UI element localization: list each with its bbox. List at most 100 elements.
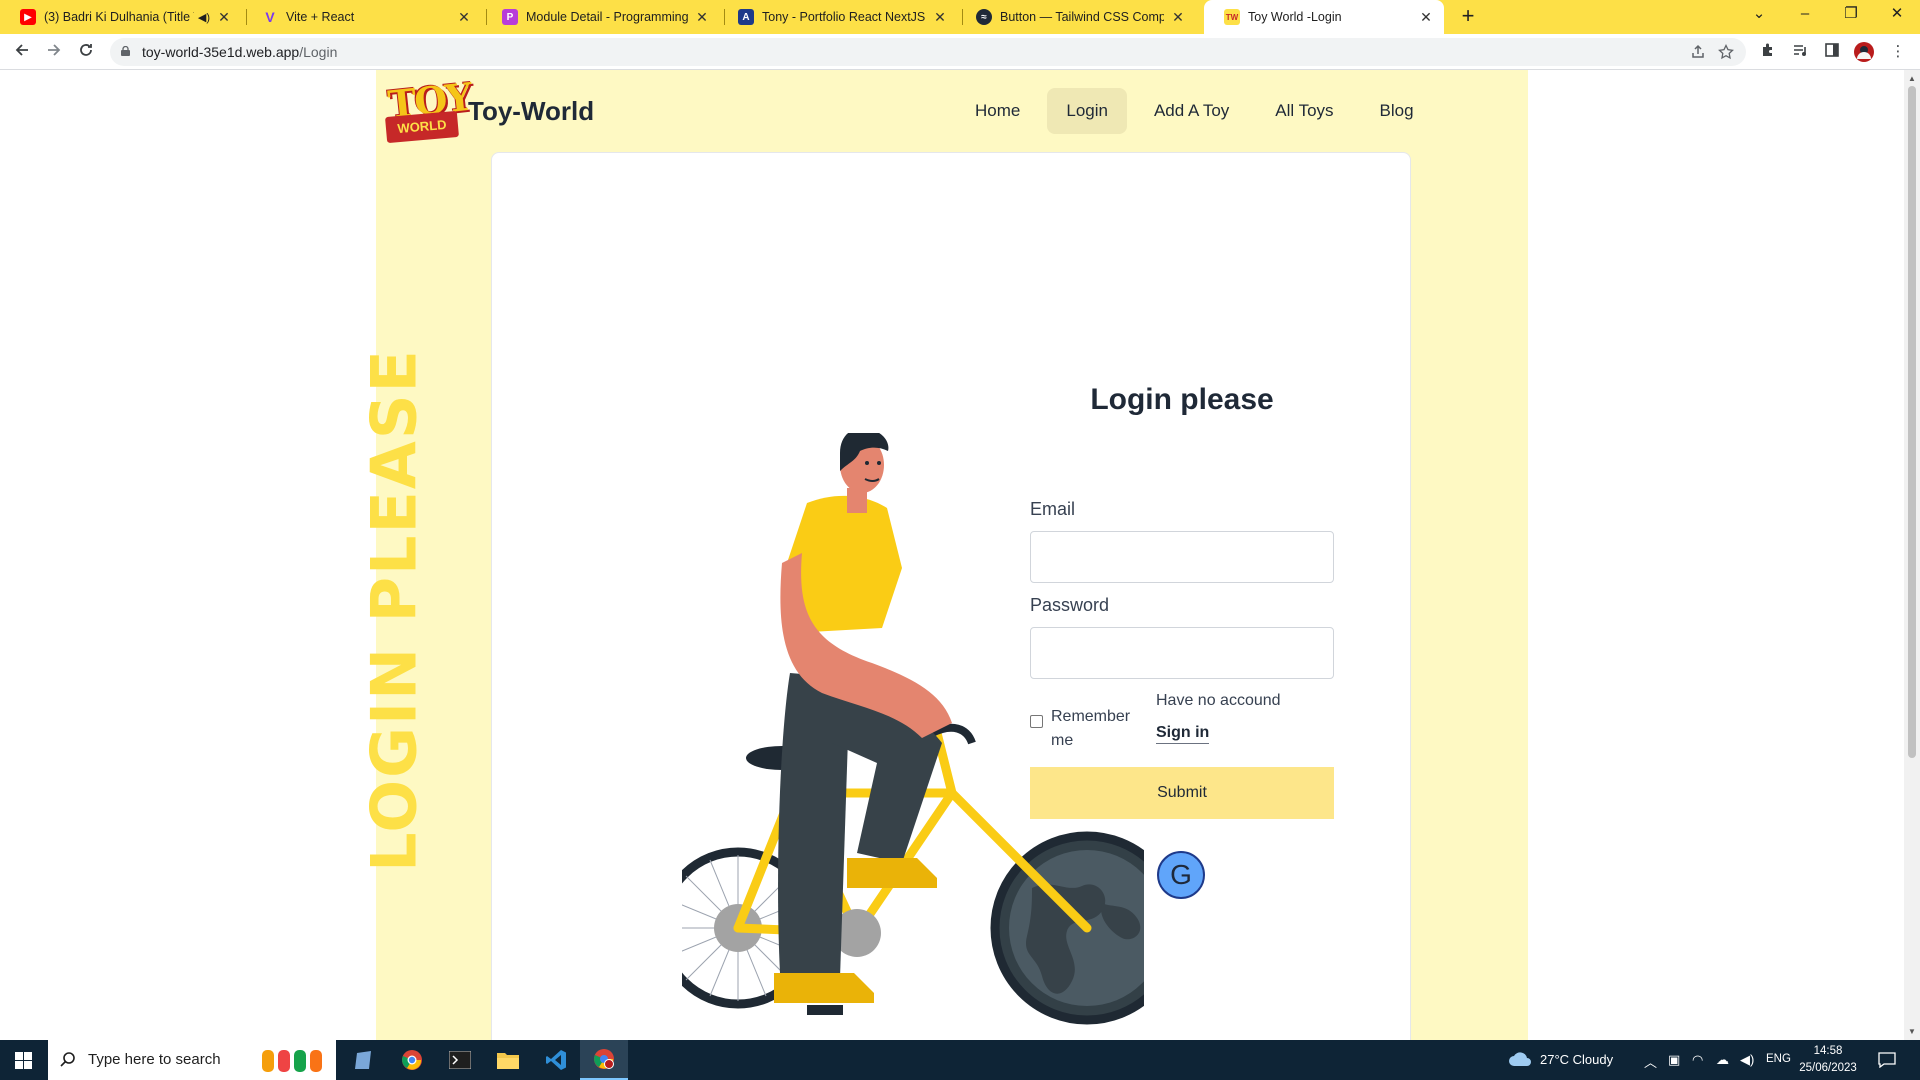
- close-tab-icon[interactable]: ✕: [216, 9, 232, 26]
- close-window-button[interactable]: ✕: [1874, 0, 1920, 30]
- close-tab-icon[interactable]: ✕: [456, 9, 472, 26]
- remember-label: Remember me: [1051, 708, 1131, 749]
- browser-tab-active[interactable]: TW Toy World -Login ✕: [1204, 0, 1444, 34]
- front-shoe: [847, 858, 937, 888]
- browser-tab[interactable]: P Module Detail - Programming He ✕: [482, 0, 720, 34]
- minimize-button[interactable]: –: [1782, 0, 1828, 30]
- notifications-icon[interactable]: [1878, 1052, 1896, 1068]
- brand-name: Toy-World: [468, 95, 595, 126]
- tab-title: Vite + React: [286, 10, 355, 24]
- email-input[interactable]: [1030, 531, 1334, 583]
- close-tab-icon[interactable]: ✕: [1170, 9, 1186, 26]
- password-input[interactable]: [1030, 627, 1334, 679]
- nav-item-add-a-toy[interactable]: Add A Toy: [1135, 88, 1248, 134]
- reload-button[interactable]: [72, 38, 100, 66]
- search-icon: [60, 1052, 75, 1067]
- clock-time: 14:58: [1813, 1045, 1843, 1057]
- nav-item-all-toys[interactable]: All Toys: [1256, 88, 1352, 134]
- taskbar-app-chrome-profile[interactable]: [580, 1040, 628, 1080]
- side-panel-icon[interactable]: [1822, 42, 1842, 62]
- remember-checkbox[interactable]: [1030, 715, 1043, 728]
- nav-item-blog[interactable]: Blog: [1361, 88, 1433, 134]
- browser-menu-icon[interactable]: ⋮: [1888, 42, 1908, 62]
- vscode-icon: [546, 1050, 566, 1070]
- envato-icon: A: [738, 9, 754, 25]
- browser-tab[interactable]: A Tony - Portfolio React NextJS Ten ✕: [718, 0, 958, 34]
- scroll-up-icon[interactable]: ▲: [1908, 74, 1916, 83]
- language-indicator[interactable]: ENG: [1766, 1053, 1791, 1065]
- extensions-icon[interactable]: [1758, 42, 1778, 62]
- restore-button[interactable]: ❐: [1828, 0, 1874, 30]
- logo-world-text: WORLD: [385, 110, 459, 144]
- taskbar-app-notepad[interactable]: [340, 1040, 388, 1080]
- browser-tab[interactable]: V Vite + React ✕: [242, 0, 482, 34]
- folder-icon: [497, 1053, 519, 1069]
- taskbar-app-file-explorer[interactable]: [484, 1040, 532, 1080]
- submit-button[interactable]: Submit: [1030, 767, 1334, 819]
- remember-me[interactable]: Remember me: [1030, 689, 1156, 753]
- onedrive-icon[interactable]: ☁: [1716, 1052, 1729, 1068]
- clock[interactable]: 14:58 25/06/2023: [1790, 1043, 1866, 1077]
- back-button[interactable]: [8, 38, 36, 66]
- toy-world-logo: TOY WORLD: [384, 74, 473, 144]
- cloud-icon: [1509, 1052, 1531, 1066]
- playlist-icon: [1794, 45, 1806, 56]
- bookmark-star-icon[interactable]: [1718, 44, 1734, 60]
- notepad-icon: [355, 1051, 371, 1069]
- reload-icon: [80, 44, 92, 56]
- page-scrollbar[interactable]: ▲ ▼: [1904, 70, 1920, 1040]
- browser-tab[interactable]: ▶ (3) Badri Ki Dulhania (Title Tr ◀) ✕: [0, 0, 242, 34]
- tab-title: Button — Tailwind CSS Compone: [1000, 10, 1164, 24]
- profile-avatar[interactable]: [1854, 42, 1874, 62]
- close-tab-icon[interactable]: ✕: [932, 9, 948, 26]
- back-arrow-icon: [15, 44, 28, 56]
- login-card: Login please Email Password Remember me …: [491, 152, 1411, 1040]
- address-bar[interactable]: toy-world-35e1d.web.app/Login: [110, 38, 1746, 66]
- google-login-button[interactable]: G: [1157, 851, 1205, 899]
- terminal-icon: [449, 1051, 471, 1069]
- close-tab-icon[interactable]: ✕: [694, 9, 710, 26]
- sidebar-icon: [1825, 43, 1839, 57]
- start-button[interactable]: [0, 1040, 48, 1080]
- programming-hero-icon: P: [502, 9, 518, 25]
- side-banner: LOGIN PLEASE: [344, 348, 444, 872]
- speaker-icon[interactable]: ◀): [198, 11, 210, 24]
- side-banner-text: LOGIN PLEASE: [357, 348, 431, 872]
- media-control-icon[interactable]: [1790, 42, 1810, 62]
- browser-tab[interactable]: ≈ Button — Tailwind CSS Compone ✕: [956, 0, 1196, 34]
- weather-text[interactable]: 27°C Cloudy: [1540, 1052, 1613, 1067]
- windows-logo-icon: [15, 1052, 32, 1069]
- url-path: /Login: [299, 44, 338, 60]
- close-tab-icon[interactable]: ✕: [1418, 9, 1434, 26]
- taskbar-app-vscode[interactable]: [532, 1040, 580, 1080]
- wifi-icon[interactable]: ◠: [1692, 1052, 1703, 1068]
- volume-icon[interactable]: ◀): [1740, 1052, 1754, 1068]
- brand[interactable]: TOY WORLD Toy-World: [384, 74, 595, 144]
- login-form: Login please Email Password Remember me …: [1030, 383, 1334, 899]
- chevron-up-icon[interactable]: ︿: [1644, 1052, 1657, 1071]
- scroll-down-icon[interactable]: ▼: [1908, 1027, 1916, 1036]
- url-text: toy-world-35e1d.web.app/Login: [142, 44, 337, 60]
- forward-button[interactable]: [40, 38, 68, 66]
- site-container: TOY WORLD Toy-World Home Login Add A Toy…: [358, 70, 1528, 1040]
- taskbar-app-chrome[interactable]: [388, 1040, 436, 1080]
- form-options-row: Remember me Have no accound Sign in: [1030, 689, 1334, 753]
- windows-taskbar: Type here to search 27°C Cloudy ︿ ▣ ◠ ☁ …: [0, 1040, 1920, 1080]
- taskbar-search[interactable]: Type here to search: [48, 1040, 336, 1080]
- nav-item-home[interactable]: Home: [956, 88, 1039, 134]
- taskbar-app-terminal[interactable]: [436, 1040, 484, 1080]
- avatar-icon: [1854, 42, 1874, 62]
- tab-search-button[interactable]: ⌄: [1736, 0, 1782, 30]
- login-title: Login please: [1090, 383, 1274, 416]
- main-nav: Home Login Add A Toy All Toys Blog: [956, 88, 1441, 134]
- share-icon[interactable]: [1690, 44, 1706, 60]
- chrome-icon: [402, 1050, 422, 1070]
- back-shoe: [774, 973, 874, 1003]
- new-tab-button[interactable]: +: [1455, 4, 1481, 30]
- network-drive-icon[interactable]: ▣: [1668, 1052, 1680, 1068]
- nav-item-login[interactable]: Login: [1047, 88, 1127, 134]
- sign-in-link[interactable]: Sign in: [1156, 723, 1210, 744]
- scrollbar-thumb[interactable]: [1908, 86, 1916, 758]
- url-host: toy-world-35e1d.web.app: [142, 44, 300, 60]
- tab-title: (3) Badri Ki Dulhania (Title Tr: [44, 10, 194, 24]
